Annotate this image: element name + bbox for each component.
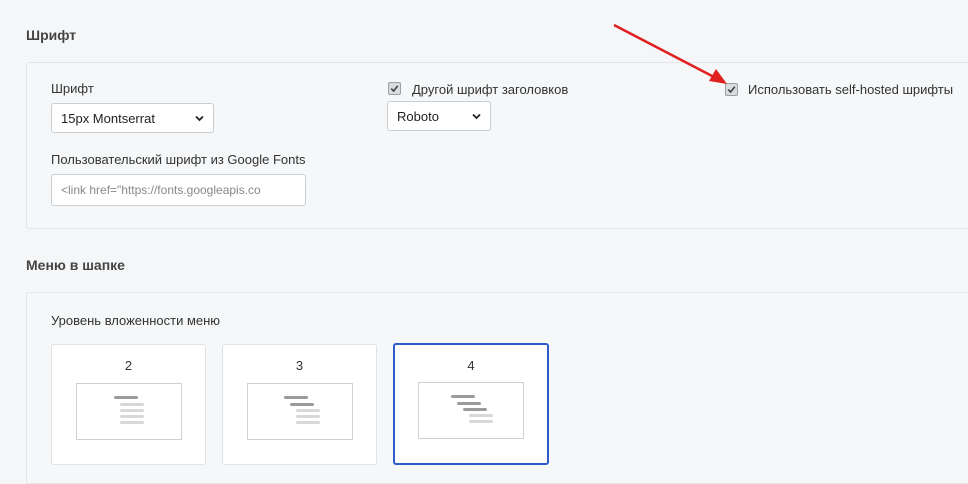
self-hosted-fonts-checkbox-label: Использовать self-hosted шрифты: [748, 82, 954, 97]
font-label: Шрифт: [51, 81, 94, 96]
checkmark-icon: [390, 85, 399, 93]
menu-level-preview: [418, 382, 524, 439]
self-hosted-fonts-checkbox[interactable]: [725, 83, 738, 96]
menu-nesting-label: Уровень вложенности меню: [51, 313, 221, 328]
menu-section-title: Меню в шапке: [26, 257, 125, 273]
menu-level-preview: [76, 383, 182, 440]
menu-level-number: 2: [124, 358, 133, 373]
font-section-title: Шрифт: [26, 27, 77, 43]
google-fonts-input[interactable]: <link href="https://fonts.googleapis.co: [51, 174, 306, 206]
menu-level-option-4[interactable]: 4: [393, 343, 549, 465]
checkmark-icon: [727, 86, 736, 94]
heading-font-select[interactable]: Roboto: [387, 101, 491, 131]
menu-level-preview: [247, 383, 353, 440]
chevron-down-icon: [472, 113, 481, 120]
google-fonts-label: Пользовательский шрифт из Google Fonts: [51, 152, 306, 167]
menu-level-number: 3: [295, 358, 304, 373]
heading-font-checkbox[interactable]: [388, 82, 401, 95]
font-settings-panel: Шрифт 15px Montserrat Пользовательский ш…: [26, 62, 968, 229]
menu-level-number: 4: [467, 358, 475, 373]
menu-level-option-3[interactable]: 3: [222, 344, 377, 465]
font-select[interactable]: 15px Montserrat: [51, 103, 214, 133]
google-fonts-input-placeholder: <link href="https://fonts.googleapis.co: [61, 183, 261, 197]
menu-level-option-2[interactable]: 2: [51, 344, 206, 465]
chevron-down-icon: [195, 115, 204, 122]
menu-settings-panel: Уровень вложенности меню 2 3 4: [26, 292, 968, 484]
heading-font-checkbox-label: Другой шрифт заголовков: [412, 82, 569, 97]
font-select-value: 15px Montserrat: [61, 110, 155, 126]
heading-font-select-value: Roboto: [397, 108, 439, 124]
